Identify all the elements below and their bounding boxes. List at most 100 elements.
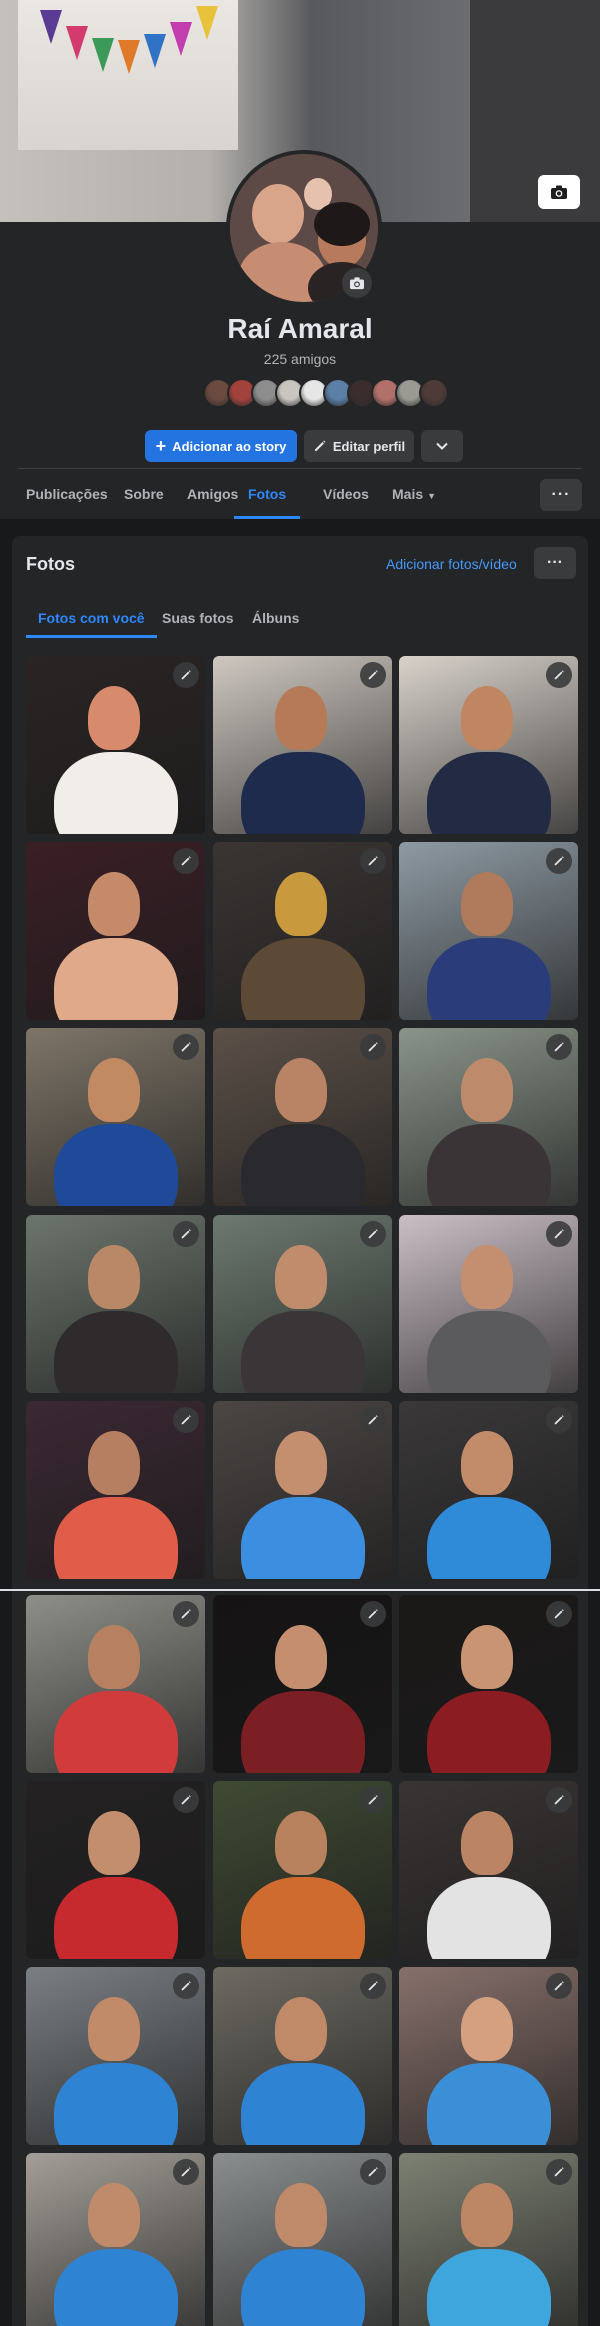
- photo-thumbnail[interactable]: [26, 1215, 205, 1393]
- photo-thumbnail[interactable]: [213, 842, 392, 1020]
- pencil-icon: [314, 440, 326, 451]
- photo-thumbnail[interactable]: [213, 1967, 392, 2145]
- tab-fotos[interactable]: Fotos: [234, 471, 301, 519]
- photo-figure: [427, 2249, 551, 2326]
- photo-thumbnail[interactable]: [213, 1401, 392, 1579]
- photo-thumbnail[interactable]: [399, 1401, 578, 1579]
- edit-photo-button[interactable]: [173, 848, 199, 874]
- photo-figure: [241, 2063, 365, 2145]
- photo-figure: [241, 1124, 365, 1206]
- pencil-icon: [368, 1042, 378, 1052]
- photo-thumbnail[interactable]: [399, 2153, 578, 2326]
- photo-thumbnail[interactable]: [399, 1967, 578, 2145]
- caret-down-icon: ▼: [427, 491, 437, 501]
- photo-thumbnail[interactable]: [26, 2153, 205, 2326]
- edit-photo-button[interactable]: [360, 848, 386, 874]
- photo-face: [461, 1245, 513, 1309]
- edit-photo-button[interactable]: [173, 2159, 199, 2185]
- add-photos-link[interactable]: Adicionar fotos/vídeo: [386, 556, 517, 572]
- edit-photo-button[interactable]: [173, 1973, 199, 1999]
- photo-face: [88, 1058, 140, 1122]
- edit-photo-button[interactable]: [546, 662, 572, 688]
- photo-face: [88, 1811, 140, 1875]
- tab-amigos[interactable]: Amigos: [187, 471, 238, 519]
- photo-figure: [54, 752, 178, 834]
- photo-thumbnail[interactable]: [399, 656, 578, 834]
- edit-photo-button[interactable]: [360, 1034, 386, 1060]
- edit-photo-button[interactable]: [173, 1407, 199, 1433]
- tab-fotos-com-voce[interactable]: Fotos com você: [26, 598, 157, 638]
- photos-more-button[interactable]: ···: [534, 547, 576, 579]
- edit-photo-button[interactable]: [360, 662, 386, 688]
- photo-face: [88, 1245, 140, 1309]
- add-story-button[interactable]: + Adicionar ao story: [145, 430, 297, 462]
- tab-mais[interactable]: Mais ▼: [392, 471, 436, 519]
- edit-photo-button[interactable]: [173, 1787, 199, 1813]
- photo-thumbnail[interactable]: [399, 1595, 578, 1773]
- friend-avatar[interactable]: [419, 378, 449, 408]
- pencil-icon: [181, 1981, 191, 1991]
- photo-figure: [241, 1497, 365, 1579]
- friend-faces[interactable]: [203, 378, 449, 408]
- photo-thumbnail[interactable]: [213, 2153, 392, 2326]
- edit-photo-button[interactable]: [360, 1221, 386, 1247]
- photo-thumbnail[interactable]: [26, 1967, 205, 2145]
- photo-thumbnail[interactable]: [399, 1781, 578, 1959]
- friends-count[interactable]: 225 amigos: [0, 351, 600, 367]
- edit-photo-button[interactable]: [360, 1787, 386, 1813]
- avatar-camera-button[interactable]: [342, 268, 372, 298]
- photo-figure: [241, 2249, 365, 2326]
- photo-figure: [241, 1311, 365, 1393]
- photo-face: [461, 2183, 513, 2247]
- photo-thumbnail[interactable]: [213, 1781, 392, 1959]
- photo-figure: [427, 2063, 551, 2145]
- photo-thumbnail[interactable]: [26, 842, 205, 1020]
- photo-thumbnail[interactable]: [26, 1028, 205, 1206]
- edit-photo-button[interactable]: [546, 1034, 572, 1060]
- photo-figure: [427, 938, 551, 1020]
- tab-videos[interactable]: Vídeos: [323, 471, 369, 519]
- photo-figure: [241, 1877, 365, 1959]
- tab-suas-fotos[interactable]: Suas fotos: [162, 598, 234, 638]
- edit-photo-button[interactable]: [360, 2159, 386, 2185]
- photo-thumbnail[interactable]: [26, 1401, 205, 1579]
- tab-albuns[interactable]: Álbuns: [252, 598, 299, 638]
- cover-shade: [470, 0, 600, 222]
- edit-photo-button[interactable]: [173, 1034, 199, 1060]
- tab-sobre[interactable]: Sobre: [124, 471, 164, 519]
- tabs-more-button[interactable]: ···: [540, 479, 582, 511]
- photo-face: [275, 1245, 327, 1309]
- pencil-icon: [368, 856, 378, 866]
- photo-thumbnail[interactable]: [213, 1595, 392, 1773]
- tab-publicacoes[interactable]: Publicações: [26, 471, 108, 519]
- photo-thumbnail[interactable]: [399, 1028, 578, 1206]
- edit-photo-button[interactable]: [173, 662, 199, 688]
- pencil-icon: [368, 670, 378, 680]
- photo-thumbnail[interactable]: [26, 1781, 205, 1959]
- edit-profile-button[interactable]: Editar perfil: [304, 430, 414, 462]
- edit-photo-button[interactable]: [546, 848, 572, 874]
- edit-photo-button[interactable]: [360, 1973, 386, 1999]
- cover-camera-button[interactable]: [538, 175, 580, 209]
- photo-thumbnail[interactable]: [213, 656, 392, 834]
- photo-face: [461, 1997, 513, 2061]
- pencil-icon: [368, 1229, 378, 1239]
- edit-photo-button[interactable]: [546, 1407, 572, 1433]
- edit-photo-button[interactable]: [546, 1221, 572, 1247]
- edit-photo-button[interactable]: [546, 1787, 572, 1813]
- photo-thumbnail[interactable]: [399, 842, 578, 1020]
- photo-thumbnail[interactable]: [213, 1215, 392, 1393]
- edit-photo-button[interactable]: [546, 1973, 572, 1999]
- edit-photo-button[interactable]: [173, 1221, 199, 1247]
- photo-thumbnail[interactable]: [26, 656, 205, 834]
- edit-photo-button[interactable]: [360, 1407, 386, 1433]
- edit-photo-button[interactable]: [173, 1601, 199, 1627]
- profile-more-button[interactable]: [421, 430, 463, 462]
- edit-photo-button[interactable]: [360, 1601, 386, 1627]
- edit-photo-button[interactable]: [546, 2159, 572, 2185]
- ellipsis-icon: ···: [547, 554, 563, 571]
- edit-photo-button[interactable]: [546, 1601, 572, 1627]
- photo-thumbnail[interactable]: [399, 1215, 578, 1393]
- photo-thumbnail[interactable]: [213, 1028, 392, 1206]
- photo-thumbnail[interactable]: [26, 1595, 205, 1773]
